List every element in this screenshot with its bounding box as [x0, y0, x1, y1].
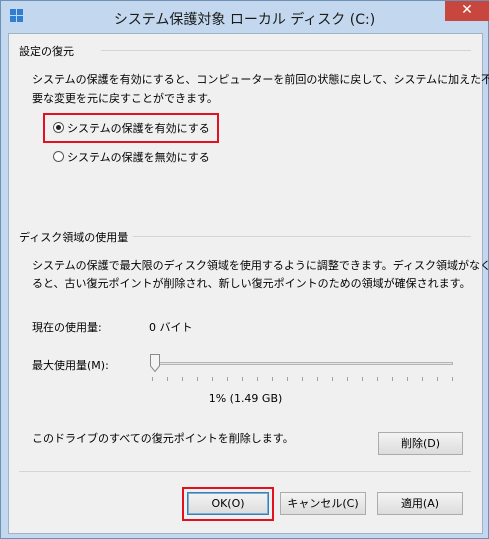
apply-button[interactable]: 適用(A): [377, 492, 463, 515]
ok-button[interactable]: OK(O): [187, 492, 269, 515]
slider-tick: [167, 377, 168, 381]
delete-button[interactable]: 削除(D): [378, 432, 463, 455]
slider-tick: [302, 377, 303, 381]
footer-divider: [19, 471, 471, 472]
slider-tick: [212, 377, 213, 381]
restore-description-line2: 要な変更を元に戻すことができます。: [32, 92, 218, 105]
slider-tick: [152, 377, 153, 381]
slider-tick: [452, 377, 453, 381]
disk-section-heading: ディスク領域の使用量: [19, 231, 129, 244]
restore-description-line1: システムの保護を有効にすると、コンピューターを前回の状態に戻して、システムに加え…: [32, 73, 489, 86]
disk-description-line1: システムの保護で最大限のディスク領域を使用するように調整できます。ディスク領域が…: [32, 259, 489, 272]
slider-tick: [332, 377, 333, 381]
slider-tick: [362, 377, 363, 381]
slider-tick: [377, 377, 378, 381]
dialog-window: システム保護対象 ローカル ディスク (C:) ✕ 設定の復元 システムの保護を…: [0, 0, 489, 539]
slider-tick: [317, 377, 318, 381]
max-usage-slider-track[interactable]: [152, 362, 453, 365]
cancel-button[interactable]: キャンセル(C): [280, 492, 366, 515]
slider-tick: [182, 377, 183, 381]
enable-protection-label[interactable]: システムの保護を有効にする: [67, 120, 210, 136]
enable-protection-radio[interactable]: [53, 122, 64, 133]
max-usage-label: 最大使用量(M):: [32, 359, 109, 372]
slider-tick: [242, 377, 243, 381]
slider-tick: [392, 377, 393, 381]
delete-description: このドライブのすべての復元ポイントを削除します。: [32, 432, 294, 445]
disk-section-divider: [133, 236, 471, 237]
slider-tick: [272, 377, 273, 381]
slider-tick: [287, 377, 288, 381]
disk-description-line2: ると、古い復元ポイントが削除され、新しい復元ポイントのための領域が確保されます。: [32, 277, 471, 290]
slider-tick: [347, 377, 348, 381]
slider-tick: [257, 377, 258, 381]
slider-ticks: [152, 377, 453, 381]
title-bar[interactable]: システム保護対象 ローカル ディスク (C:) ✕: [1, 1, 489, 33]
slider-tick: [407, 377, 408, 381]
restore-section-divider: [101, 50, 471, 51]
max-usage-readout: 1% (1.49 GB): [208, 392, 283, 405]
max-usage-slider-thumb[interactable]: [150, 354, 160, 372]
close-icon: ✕: [461, 2, 473, 18]
slider-tick: [197, 377, 198, 381]
current-usage-label: 現在の使用量:: [32, 321, 102, 334]
window-title: システム保護対象 ローカル ディスク (C:): [113, 12, 376, 28]
current-usage-value: 0 バイト: [149, 321, 193, 334]
disable-protection-radio[interactable]: [53, 151, 64, 162]
disable-protection-label[interactable]: システムの保護を無効にする: [67, 149, 210, 165]
slider-tick: [437, 377, 438, 381]
close-button[interactable]: ✕: [445, 1, 489, 21]
restore-section-heading: 設定の復元: [19, 45, 74, 58]
dialog-body: 設定の復元 システムの保護を有効にすると、コンピューターを前回の状態に戻して、シ…: [8, 33, 489, 534]
slider-tick: [227, 377, 228, 381]
slider-tick: [422, 377, 423, 381]
